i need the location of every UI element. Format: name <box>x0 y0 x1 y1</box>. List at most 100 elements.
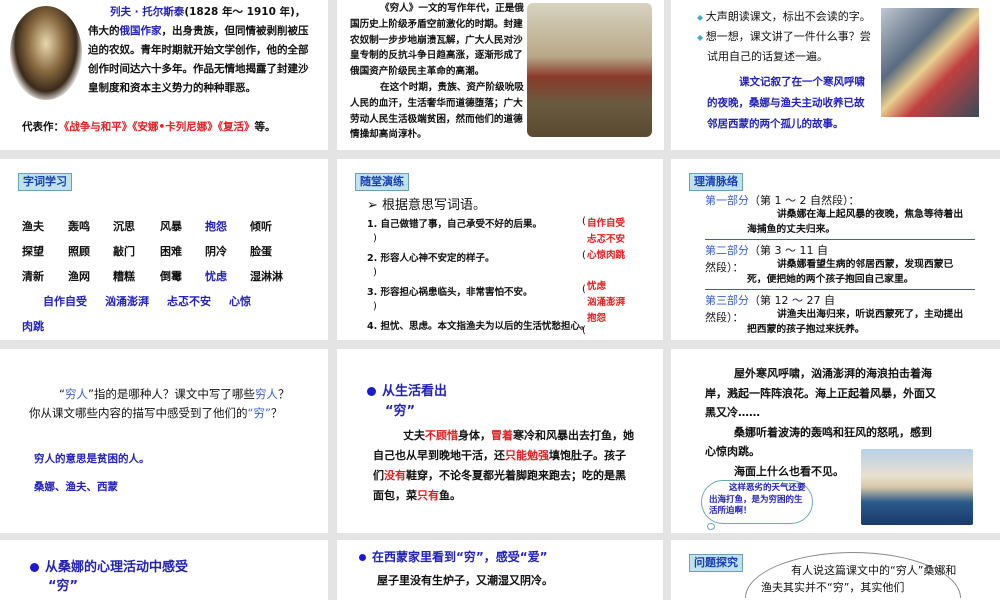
q-highlight: “穷” <box>247 406 271 420</box>
tolstoy-bio: 列夫 · 托尔斯泰(1828 年～ 1910 年)，伟大的俄国作家，出身贵族，但… <box>88 3 314 98</box>
exercise-item: 1. 自己做错了事，自己承受不好的后果。 <box>367 219 543 230</box>
divider <box>705 239 975 240</box>
open-paren: ( <box>582 250 586 261</box>
text: 鞋穿，不论冬夏都光着脚跑来跑去；吃的是黑面包，菜 <box>373 469 626 502</box>
slide-exercise: 随堂演练 ➢ 根据意思写词语。 1. 自己做错了事，自己承受不好的后果。 () 2.… <box>337 159 663 340</box>
highlight: 只有 <box>417 489 439 502</box>
bullet-text: 大声朗读课文，标出不会读的字。 <box>705 10 871 23</box>
heading-text: “穷” <box>385 404 416 419</box>
highlight: 不顾惜 <box>425 429 458 442</box>
section-label: 问题探究 <box>689 554 743 572</box>
part-title: 第三部分 <box>705 294 749 307</box>
works-end: 等。 <box>254 121 276 133</box>
sailing-ships-image <box>861 449 973 525</box>
heading-text: 根据意思写词语。 <box>382 198 487 213</box>
exercise-heading: ➢ 根据意思写词语。 <box>367 194 486 213</box>
q-highlight: 穷人 <box>254 387 278 401</box>
answer-word: 忧虑 <box>587 281 607 292</box>
slide-life: 从生活看出 “穷” 丈夫不顾惜身体，冒着寒冷和风暴出去打鱼，她自己也从早到晚地干活… <box>337 349 663 533</box>
idiom: 汹涌澎湃 <box>105 295 149 308</box>
heading-text: 从生活看出 <box>382 384 448 399</box>
vocab-word: 渔网 <box>68 270 90 283</box>
answer-meaning: 穷人的意思是贫困的人。 <box>34 453 150 465</box>
representative-works: 代表作：《战争与和平》《安娜•卡列尼娜》《复活》等。 <box>22 118 275 137</box>
vocab-word: 渔夫 <box>22 220 44 233</box>
tolstoy-portrait <box>10 6 82 100</box>
bio-text: 伟大的 <box>88 25 120 37</box>
story-summary: 课文记叙了在一个寒风呼啸的夜晚，桑娜与渔夫主动收养已故邻居西蒙的两个孤儿的故事。 <box>707 76 865 130</box>
vocab-word: 敲门 <box>113 245 135 258</box>
text: 身体， <box>458 429 491 442</box>
mind-heading: 从桑娜的心理活动中感受 “穷” <box>30 558 188 596</box>
paragraph: 《穷人》一文的写作年代，正是俄国历史上阶级矛盾空前激化的时期。封建农奴制一步步地… <box>350 3 524 78</box>
bullet-icon <box>30 563 39 572</box>
vocab-word: 轰鸣 <box>68 220 90 233</box>
answer-characters: 桑娜、渔夫、西蒙 <box>34 481 118 493</box>
answer-word: 心惊肉跳 <box>587 250 626 261</box>
close-paren: ) <box>373 233 377 244</box>
slide-words: 字词学习 渔夫 轰鸣 沉思 风暴 抱怨 倾听 探望 照顾 敲门 困难 阴冷 脸蛋 清新 渔网 糟糕 倒霉 忧虑 湿… <box>0 159 328 340</box>
love-heading: 在西蒙家里看到“穷”，感受“爱” <box>359 548 548 565</box>
q-highlight: 穷人 <box>64 387 88 401</box>
part-description: 讲渔夫出海归来，听说西蒙死了，主动提出把西蒙的孩子抱过来抚养。 <box>747 309 964 335</box>
slide-storm: 屋外寒风呼啸，汹涌澎湃的海浪拍击着海岸，溅起一阵阵浪花。海上正起着风暴，外面又黑… <box>671 349 1000 533</box>
text: 鱼。 <box>439 489 461 502</box>
life-paragraph: 丈夫不顾惜身体，冒着寒冷和风暴出去打鱼，她自己也从早到晚地干活，还只能勉强填饱肚… <box>373 426 635 506</box>
work-title: 《安娜•卡列尼娜》 <box>132 121 218 133</box>
answer-word: 忐忑不安 <box>587 234 626 245</box>
heading-text: “穷” <box>48 579 79 594</box>
part-title: 第二部分 <box>705 244 749 257</box>
author-name: 列夫 · 托尔斯泰 <box>110 6 185 18</box>
arrow-icon: ➢ <box>367 198 383 213</box>
open-paren: ( <box>582 325 586 336</box>
exercise-item: 4. 担忧、思虑。本文指渔夫为以后的生活忧愁担心。 <box>367 321 590 332</box>
vocab-word: 脸蛋 <box>250 245 272 258</box>
diamond-bullet-icon: ◆ <box>697 13 706 22</box>
bubble-tail <box>707 523 715 530</box>
exercise-item: 2. 形容人心神不安定的样子。 <box>367 253 495 264</box>
vocab-word: 探望 <box>22 245 44 258</box>
vocab-word: 照顾 <box>68 245 90 258</box>
vocab-word: 沉思 <box>113 220 135 233</box>
part-range: （第 1 ～ 2 自然段）： <box>749 194 860 207</box>
slide-question: “穷人”指的是哪种人？课文中写了哪些穷人？你从课文哪些内容的描写中感受到了他们的… <box>0 349 328 533</box>
idiom-row: 自作自受 汹涌澎湃 忐忑不安 心惊 <box>43 293 251 309</box>
reading-bullets: ◆ 大声朗读课文，标出不会读的字。 ◆ 想一想，课文讲了一件什么事？尝试用自己的… <box>697 7 877 66</box>
part-description: 讲桑娜看望生病的邻居西蒙，发现西蒙已死，便把她的两个孩子抱回自己家里。 <box>747 259 954 285</box>
part-title: 第一部分 <box>705 194 749 207</box>
bullet-item: ◆ 大声朗读课文，标出不会读的字。 <box>697 7 877 27</box>
section-label: 随堂演练 <box>355 173 409 191</box>
slide-inquiry: 问题探究 有人说这篇课文中的“穷人”桑娜和渔夫其实并不“穷”，其实他们 <box>671 540 1000 600</box>
highlight: 只能勉强 <box>505 449 549 462</box>
divider <box>705 289 975 290</box>
vocab-word: 湿淋淋 <box>250 270 283 283</box>
slide-structure: 理清脉络 第一部分（第 1 ～ 2 自然段）： 讲桑娜在海上起风暴的夜晚，焦急等待… <box>671 159 1000 340</box>
sanna-illustration <box>881 8 979 117</box>
bullet-icon <box>367 387 376 396</box>
vocab-word: 清新 <box>22 270 44 283</box>
bio-country: 俄国作家 <box>119 25 162 37</box>
slide-reading: ◆ 大声朗读课文，标出不会读的字。 ◆ 想一想，课文讲了一件什么事？尝试用自己的… <box>671 0 1000 150</box>
work-title: 《复活》 <box>217 121 255 133</box>
q-text: ”指的是哪种人？课文中写了哪些 <box>87 387 255 401</box>
vocab-word: 抱怨 <box>205 220 227 233</box>
idiom: 忐忑不安 <box>167 295 211 308</box>
part-description: 讲桑娜在海上起风暴的夜晚，焦急等待着出海捕鱼的丈夫归来。 <box>747 209 964 235</box>
vocab-word: 糟糕 <box>113 270 135 283</box>
vocab-word: 倾听 <box>250 220 272 233</box>
slide-background: 《穷人》一文的写作年代，正是俄国历史上阶级矛盾空前激化的时期。封建农奴制一步步地… <box>337 0 664 150</box>
q-text: ？ <box>270 406 283 420</box>
vocab-word: 困难 <box>160 245 182 258</box>
vocab-word: 忧虑 <box>205 270 227 283</box>
bullet-icon <box>359 554 366 561</box>
paragraph: 屋外寒风呼啸，汹涌澎湃的海浪拍击着海岸，溅起一阵阵浪花。海上正起着风暴，外面又黑… <box>705 367 936 419</box>
bullet-item: ◆ 想一想，课文讲了一件什么事？尝试用自己的话复述一遍。 <box>697 27 877 66</box>
idiom: 心惊 <box>229 295 251 308</box>
idiom: 自作自受 <box>43 295 87 308</box>
open-paren: ( <box>582 284 586 295</box>
work-title: 《战争与和平》 <box>64 121 133 133</box>
slide-tolstoy: 列夫 · 托尔斯泰(1828 年～ 1910 年)，伟大的俄国作家，出身贵族，但… <box>0 0 328 150</box>
exercise-item: 3. 形容担心祸患临头，非常害怕不安。 <box>367 287 533 298</box>
vocab-word: 倒霉 <box>160 270 182 283</box>
bubble-text: 这样恶劣的天气还要出海打鱼，是为穷困的生活所迫啊！ <box>709 483 806 516</box>
